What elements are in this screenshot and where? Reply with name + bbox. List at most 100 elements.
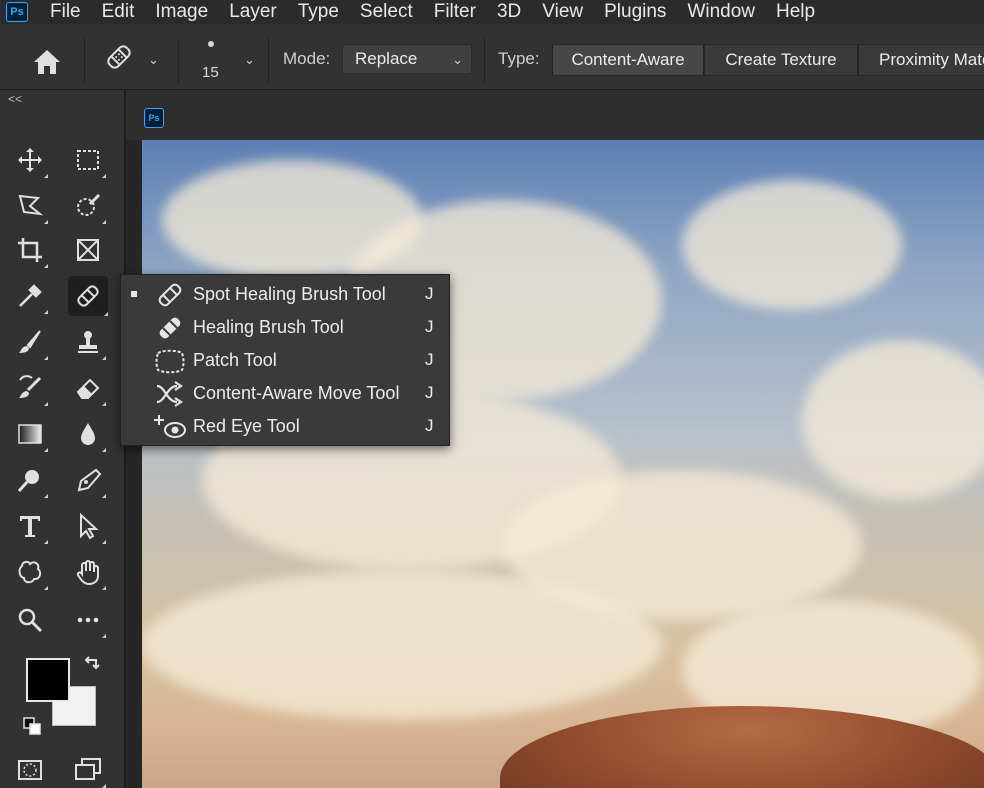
zoom-tool[interactable] (12, 602, 48, 638)
move-tool[interactable] (12, 142, 48, 178)
photoshop-window: Ps File Edit Image Layer Type Select Fil… (0, 0, 984, 788)
hand-tool[interactable] (70, 554, 106, 590)
pen-icon (77, 468, 102, 492)
flyout-item-label: Content-Aware Move Tool (193, 383, 400, 403)
document-tab-icon[interactable]: Ps (144, 108, 164, 128)
flyout-item-label: Red Eye Tool (193, 416, 300, 436)
brush-icon (19, 330, 41, 353)
default-colors-icon[interactable] (22, 716, 42, 736)
flyout-item-healing-brush[interactable]: Healing Brush Tool J (121, 311, 451, 344)
healing-tools-flyout: Spot Healing Brush Tool J Healing Brush … (120, 274, 450, 446)
type-content-aware-button[interactable]: Content-Aware (552, 44, 704, 76)
flyout-item-shortcut: J (425, 383, 434, 402)
spot-healing-brush-tool[interactable] (68, 276, 108, 316)
screen-mode-button[interactable] (70, 752, 106, 788)
menu-plugins[interactable]: Plugins (604, 1, 666, 23)
flyout-item-spot-healing-brush[interactable]: Spot Healing Brush Tool J (121, 278, 451, 311)
menu-select[interactable]: Select (360, 1, 413, 23)
red-eye-icon (154, 415, 186, 438)
rectangular-marquee-tool[interactable] (70, 142, 106, 178)
photoshop-logo[interactable]: Ps (6, 2, 28, 22)
eraser-tool[interactable] (70, 370, 106, 406)
more-icon (77, 617, 99, 623)
tool-preset-picker[interactable] (102, 40, 136, 74)
brush-size-value: 15 (202, 64, 219, 81)
flyout-item-shortcut: J (425, 284, 434, 303)
type-proximity-match-button[interactable]: Proximity Matc (858, 44, 984, 76)
history-brush-icon (19, 375, 42, 398)
menu-view[interactable]: View (542, 1, 583, 23)
path-selection-tool[interactable] (70, 508, 106, 544)
separator (484, 38, 485, 84)
flyout-item-label: Healing Brush Tool (193, 317, 344, 337)
cloud (142, 570, 662, 720)
dodge-icon (17, 470, 39, 492)
custom-shape-tool[interactable] (12, 554, 48, 590)
eyedropper-tool[interactable] (12, 278, 48, 314)
selected-bullet-icon (131, 291, 137, 297)
menu-edit[interactable]: Edit (102, 1, 135, 23)
quick-selection-tool[interactable] (70, 188, 106, 224)
clone-stamp-tool[interactable] (70, 324, 106, 360)
brush-size-preview[interactable] (208, 41, 214, 47)
menu-3d[interactable]: 3D (497, 1, 521, 23)
move-icon (18, 148, 42, 172)
separator (268, 38, 269, 84)
quick-mask-button[interactable] (12, 752, 48, 788)
collapse-panel-button[interactable]: << (8, 92, 22, 106)
flyout-item-label: Patch Tool (193, 350, 277, 370)
pen-tool[interactable] (70, 462, 106, 498)
menu-type[interactable]: Type (298, 1, 339, 23)
frame-tool[interactable] (70, 232, 106, 268)
swap-colors-icon[interactable] (82, 654, 102, 674)
dodge-tool[interactable] (12, 462, 48, 498)
chevron-down-icon: ⌄ (452, 52, 463, 67)
gradient-tool[interactable] (12, 416, 48, 452)
flyout-item-patch[interactable]: Patch Tool J (121, 344, 451, 377)
crop-tool[interactable] (12, 232, 48, 268)
cloud (802, 340, 984, 500)
flyout-item-red-eye[interactable]: Red Eye Tool J (121, 410, 451, 443)
flyout-item-label: Spot Healing Brush Tool (193, 284, 386, 304)
mode-select[interactable]: Replace ⌄ (342, 44, 472, 74)
spot-healing-brush-icon (158, 283, 182, 307)
object-selection-icon (77, 193, 101, 216)
cloud (682, 180, 902, 310)
home-icon[interactable] (32, 48, 62, 76)
foreground-color-swatch[interactable] (26, 658, 70, 702)
menu-window[interactable]: Window (687, 1, 755, 23)
flyout-item-content-aware-move[interactable]: Content-Aware Move Tool J (121, 377, 451, 410)
chevron-down-icon[interactable]: ⌄ (244, 52, 255, 68)
menu-layer[interactable]: Layer (229, 1, 277, 23)
lasso-tool[interactable] (12, 188, 48, 224)
chevron-down-icon[interactable]: ⌄ (148, 52, 159, 68)
type-icon (20, 516, 40, 537)
gradient-icon (18, 424, 42, 444)
zoom-icon (18, 608, 43, 633)
menu-image[interactable]: Image (155, 1, 208, 23)
patch-icon (155, 349, 185, 374)
type-create-texture-button[interactable]: Create Texture (704, 44, 858, 76)
water-drop-icon (81, 423, 95, 445)
options-bar: ⌄ 15 ⌄ Mode: Replace ⌄ Type: Content-Awa… (0, 24, 984, 90)
eraser-icon (76, 378, 100, 399)
menu-bar: Ps File Edit Image Layer Type Select Fil… (0, 0, 984, 24)
edit-toolbar-button[interactable] (70, 602, 106, 638)
marquee-icon (77, 150, 99, 170)
history-brush-tool[interactable] (12, 370, 48, 406)
spot-healing-brush-icon (107, 45, 131, 69)
menu-help[interactable]: Help (776, 1, 815, 23)
menu-filter[interactable]: Filter (434, 1, 476, 23)
screen-mode-icon (75, 758, 101, 780)
content-aware-move-icon (156, 381, 183, 407)
eyedropper-icon (19, 284, 42, 307)
blur-tool[interactable] (70, 416, 106, 452)
menu-file[interactable]: File (50, 1, 81, 23)
flyout-item-shortcut: J (425, 317, 434, 336)
healing-brush-icon (159, 317, 181, 339)
flyout-item-shortcut: J (425, 416, 434, 435)
brush-tool[interactable] (12, 324, 48, 360)
separator (84, 38, 85, 84)
type-tool[interactable] (12, 508, 48, 544)
image-canvas[interactable] (142, 140, 984, 788)
